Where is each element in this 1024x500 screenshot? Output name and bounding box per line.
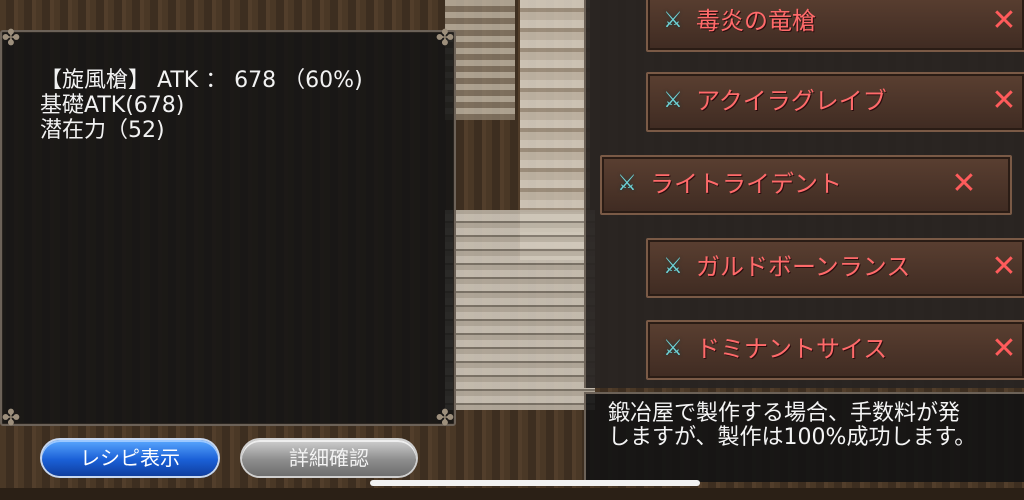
weapon-list-item-selected[interactable]: ⚔ ライトライデント ✕ bbox=[600, 155, 1012, 215]
recipe-button[interactable]: レシピ表示 bbox=[42, 440, 218, 476]
weapon-name: ガルドボーンランス bbox=[696, 253, 911, 281]
weapon-name: アクイラグレイブ bbox=[696, 87, 887, 115]
base-atk-line: 基礎ATK(678) bbox=[40, 93, 185, 118]
weapon-list-item[interactable]: ⚔ ドミナントサイス ✕ bbox=[646, 320, 1024, 380]
weapon-list-item[interactable]: ⚔ アクイラグレイブ ✕ bbox=[646, 72, 1024, 132]
remove-icon[interactable]: ✕ bbox=[988, 4, 1020, 38]
ornament-icon: ✤ bbox=[435, 26, 455, 51]
weapon-atk-line: 【旋風槍】 ATK ： 678 （60%) bbox=[40, 68, 363, 93]
spear-icon: ⚔ bbox=[663, 254, 683, 279]
remove-icon[interactable]: ✕ bbox=[948, 167, 980, 201]
ornament-icon: ✤ bbox=[1, 26, 21, 51]
weapon-list-item[interactable]: ⚔ 毒炎の竜槍 ✕ bbox=[646, 0, 1024, 52]
weapon-name: 毒炎の竜槍 bbox=[696, 7, 816, 35]
weapon-info-panel: 【旋風槍】 ATK ： 678 （60%) 基礎ATK(678) 潜在力（52)… bbox=[0, 26, 456, 431]
spear-icon: ⚔ bbox=[663, 88, 683, 113]
ornament-icon: ✤ bbox=[435, 406, 455, 431]
remove-icon[interactable]: ✕ bbox=[988, 84, 1020, 118]
spear-icon: ⚔ bbox=[663, 8, 683, 33]
ornament-icon: ✤ bbox=[1, 406, 21, 431]
remove-icon[interactable]: ✕ bbox=[988, 332, 1020, 366]
bottom-strip bbox=[0, 488, 1024, 500]
home-indicator[interactable] bbox=[370, 480, 700, 486]
detail-button[interactable]: 詳細確認 bbox=[242, 440, 416, 476]
weapon-name: ライトライデント bbox=[650, 170, 842, 198]
spear-icon: ⚔ bbox=[663, 336, 683, 361]
potential-line: 潜在力（52) bbox=[40, 118, 165, 143]
weapon-name: ドミナントサイス bbox=[696, 335, 888, 363]
weapon-list-item[interactable]: ⚔ ガルドボーンランス ✕ bbox=[646, 238, 1024, 298]
message-line: しますが、製作は100%成功します。 bbox=[608, 425, 977, 450]
background-paper bbox=[445, 210, 595, 410]
remove-icon[interactable]: ✕ bbox=[988, 250, 1020, 284]
message-box: 鍛冶屋で製作する場合、手数料が発 しますが、製作は100%成功します。 bbox=[584, 392, 1024, 482]
spear-icon: ⚔ bbox=[617, 171, 637, 196]
